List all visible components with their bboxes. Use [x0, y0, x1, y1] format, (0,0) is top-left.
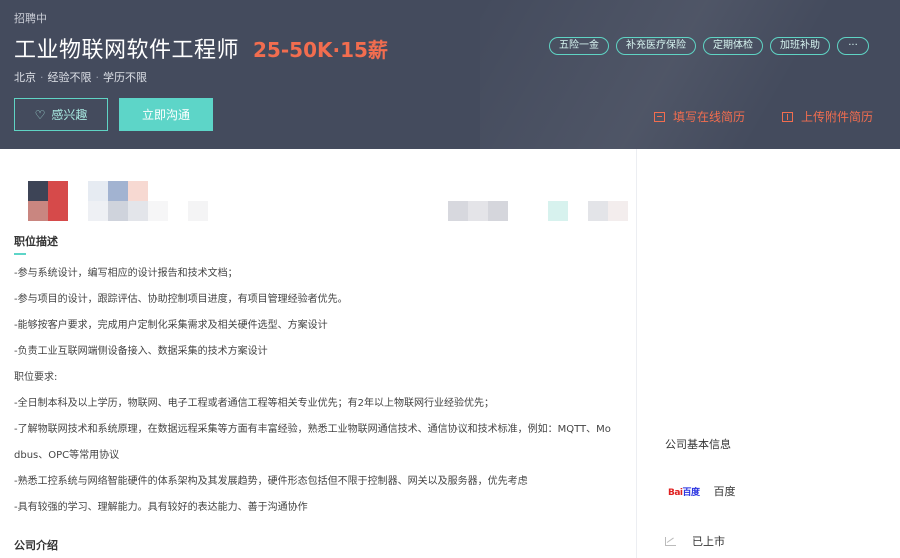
upload-resume-link[interactable]: 上传附件简历: [782, 108, 873, 125]
company-intro-title: 公司介绍: [14, 539, 58, 552]
company-link[interactable]: Bai百度 百度: [668, 483, 736, 499]
interest-label: 感兴趣: [51, 108, 88, 122]
title-underline: [14, 253, 26, 255]
desc-line: -熟悉工控系统与网络智能硬件的体系架构及其发展趋势，硬件形态包括但不限于控制器、…: [14, 476, 528, 487]
job-meta: 北京 · 经验不限 · 学历不限: [14, 69, 147, 85]
desc-line: -参与项目的设计，跟踪评估、协助控制项目进度，有项目管理经验者优先。: [14, 294, 348, 305]
company-info-title: 公司基本信息: [665, 438, 731, 451]
resume-icon: [654, 111, 665, 122]
benefit-tag: 五险一金: [549, 37, 609, 55]
desc-line: dbus、OPC等常用协议: [14, 450, 120, 461]
desc-line: -负责工业互联网端侧设备接入、数据采集的技术方案设计: [14, 346, 268, 357]
listing-status: 已上市: [665, 533, 725, 549]
benefit-tag: 定期体检: [703, 37, 763, 55]
chat-now-button[interactable]: 立即沟通: [119, 98, 213, 131]
company-sidebar: 公司基本信息 Bai百度 百度 已上市: [638, 149, 900, 558]
hiring-status: 招聘中: [14, 12, 47, 25]
benefit-tag: 补充医疗保险: [616, 37, 696, 55]
more-tags-button[interactable]: ···: [837, 37, 869, 55]
job-title: 工业物联网软件工程师: [14, 38, 240, 63]
location: 北京: [14, 71, 36, 84]
meta-separator: ·: [95, 71, 100, 84]
listed-label: 已上市: [692, 535, 725, 548]
benefit-tag: 加班补助: [770, 37, 830, 55]
heart-icon: ♡: [34, 107, 46, 122]
salary: 25-50K·15薪: [253, 38, 388, 62]
experience: 经验不限: [47, 71, 92, 84]
job-header: 招聘中 工业物联网软件工程师 25-50K·15薪 北京 · 经验不限 · 学历不限 五…: [0, 0, 900, 149]
company-name: 百度: [713, 485, 736, 498]
interest-button[interactable]: ♡ 感兴趣: [14, 98, 108, 131]
desc-line: -能够按客户要求，完成用户定制化采集需求及相关硬件选型、方案设计: [14, 320, 328, 331]
education: 学历不限: [103, 71, 147, 84]
desc-line: -参与系统设计，编写相应的设计报告和技术文档；: [14, 268, 238, 279]
online-resume-link[interactable]: 填写在线简历: [654, 108, 745, 125]
chart-icon: [665, 536, 676, 546]
title-row: 工业物联网软件工程师 25-50K·15薪: [14, 32, 388, 64]
upload-icon: [782, 111, 793, 122]
online-resume-label: 填写在线简历: [673, 110, 746, 124]
benefit-tags: 五险一金 补充医疗保险 定期体检 加班补助 ···: [549, 37, 869, 55]
upload-resume-label: 上传附件简历: [801, 110, 874, 124]
desc-line: -具有较强的学习、理解能力。具有较好的表达能力、善于沟通协作: [14, 502, 308, 513]
job-detail-main: 职位描述 -参与系统设计，编写相应的设计报告和技术文档； -参与项目的设计，跟踪…: [0, 149, 637, 558]
job-description-title: 职位描述: [14, 235, 58, 248]
job-description-text: -参与系统设计，编写相应的设计报告和技术文档； -参与项目的设计，跟踪评估、协助…: [14, 261, 624, 521]
desc-line: -了解物联网技术和系统原理，在数据远程采集等方面有丰富经验，熟悉工业物联网通信技…: [14, 424, 611, 435]
desc-line: -全日制本科及以上学历，物联网、电子工程或者通信工程等相关专业优先；有2年以上物…: [14, 398, 494, 409]
meta-separator: ·: [40, 71, 44, 84]
desc-line: 职位要求:: [14, 372, 58, 383]
company-logo: Bai百度: [668, 487, 700, 498]
